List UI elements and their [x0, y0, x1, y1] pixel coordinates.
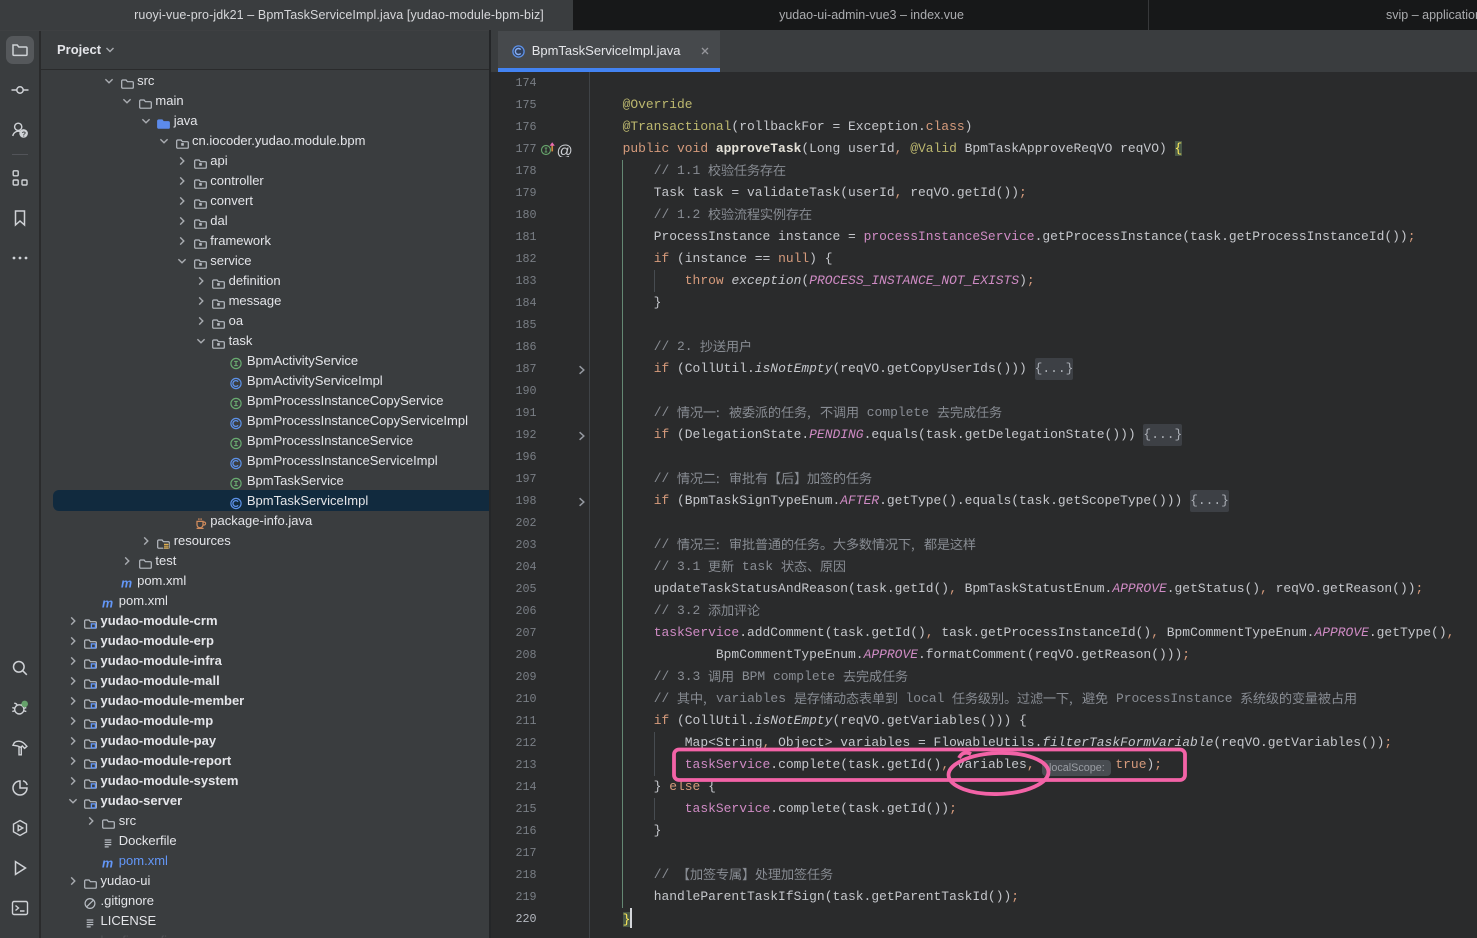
svg-text:?: ? [22, 131, 26, 138]
svg-text:m: m [121, 577, 132, 591]
svg-text:m: m [102, 857, 113, 871]
svg-text:@: @ [557, 143, 573, 157]
svg-text:m: m [102, 597, 113, 611]
